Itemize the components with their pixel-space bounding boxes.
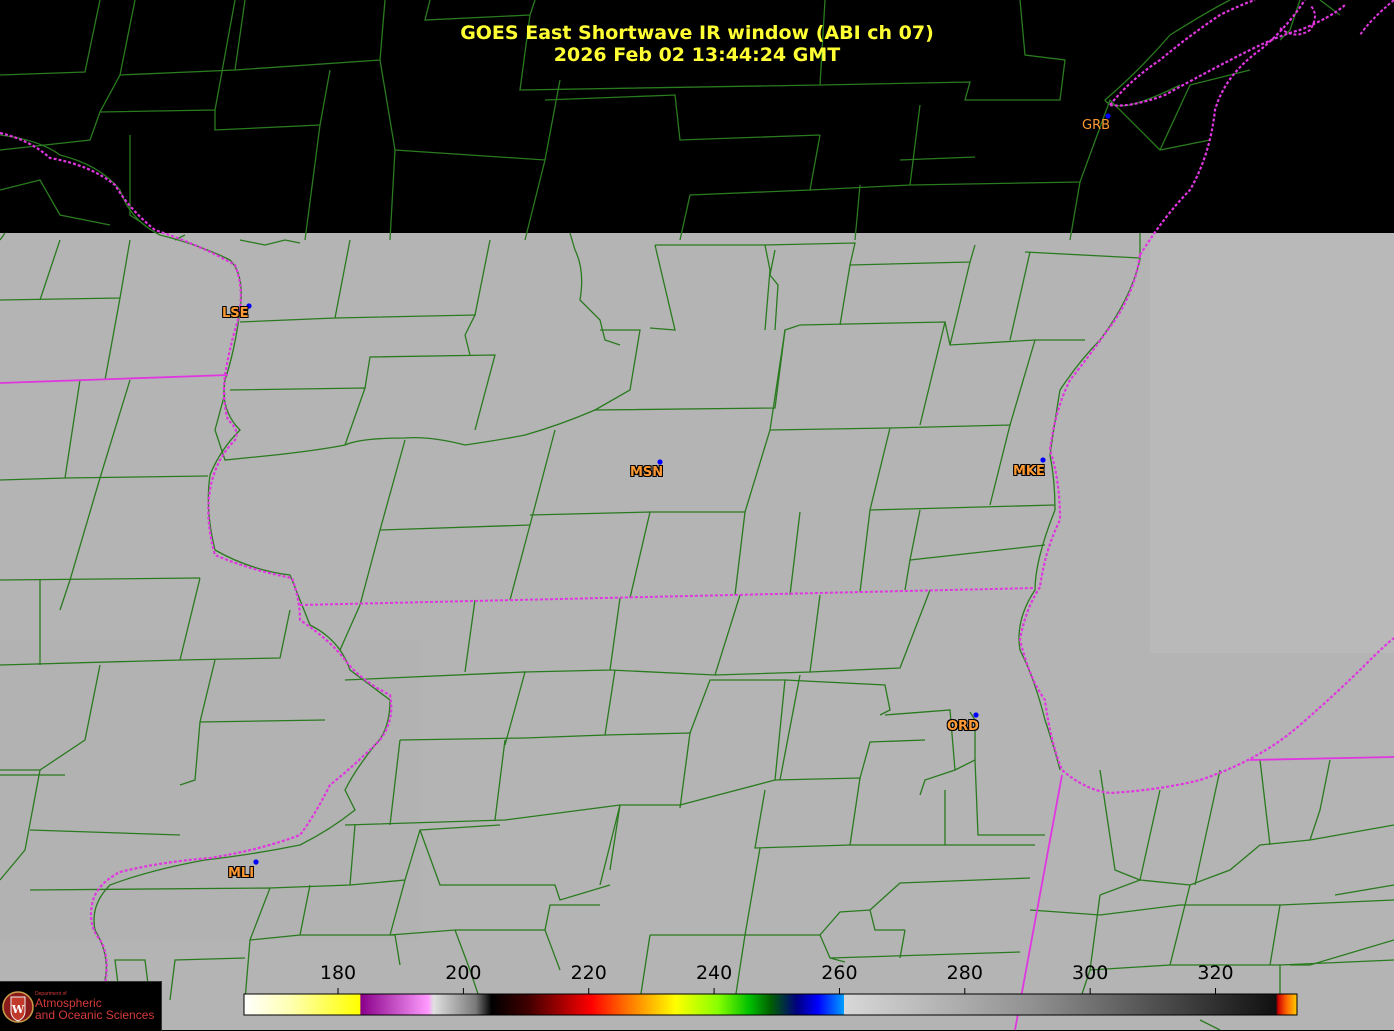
station-label-mke: MKE bbox=[1013, 464, 1045, 479]
title-product: GOES East Shortwave IR window (ABI ch 07… bbox=[460, 22, 934, 44]
station-label-lse: LSE bbox=[222, 306, 249, 321]
title-timestamp: 2026 Feb 02 13:44:24 GMT bbox=[553, 44, 841, 66]
colorbar-tick-label: 300 bbox=[1072, 962, 1109, 984]
seal-letter: W bbox=[11, 1003, 25, 1016]
colorbar-tick-label: 240 bbox=[695, 962, 733, 984]
colorbar-tick-label: 260 bbox=[821, 962, 858, 984]
map-title: GOES East Shortwave IR window (ABI ch 07… bbox=[0, 22, 1394, 66]
satellite-map: GOES East Shortwave IR window (ABI ch 07… bbox=[0, 0, 1394, 1030]
logo-line2: and Oceanic Sciences bbox=[35, 1008, 155, 1022]
station-label-ord: ORD bbox=[947, 719, 979, 734]
station-label-msn: MSN bbox=[630, 465, 664, 480]
colorbar-tick-label: 320 bbox=[1197, 962, 1234, 984]
aos-logo: W Department of Atmospheric and Oceanic … bbox=[0, 981, 162, 1031]
station-dot-mli bbox=[253, 859, 259, 865]
station-label-grb: GRB bbox=[1082, 118, 1111, 133]
station-dot-mke bbox=[1040, 457, 1046, 463]
colorbar-tick-label: 220 bbox=[570, 962, 607, 984]
colorbar-tick-label: 180 bbox=[319, 962, 357, 984]
station-dot-ord bbox=[973, 712, 979, 718]
colorbar-tick-label: 200 bbox=[445, 962, 482, 984]
colorbar-tick-label: 280 bbox=[946, 962, 983, 984]
station-label-mli: MLI bbox=[228, 866, 255, 881]
station-dot-msn bbox=[657, 459, 663, 465]
